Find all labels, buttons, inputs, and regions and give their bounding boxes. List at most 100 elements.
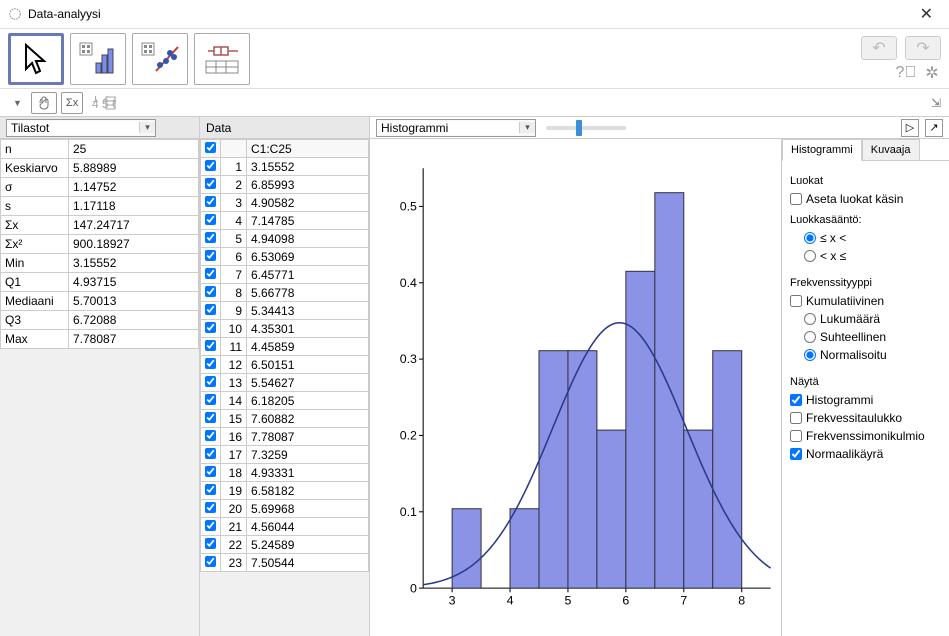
row-check[interactable]: [205, 196, 216, 207]
row-check[interactable]: [205, 556, 216, 567]
row-value: 6.58182: [247, 482, 369, 500]
table-row: 34.90582: [201, 194, 369, 212]
chart-type-label: Histogrammi: [377, 121, 519, 135]
popout-icon[interactable]: ↗: [925, 119, 943, 137]
row-check[interactable]: [205, 466, 216, 477]
tool-pointer[interactable]: [8, 33, 64, 85]
row-index: 2: [221, 176, 247, 194]
row-value: 7.3259: [247, 446, 369, 464]
play-icon[interactable]: ▷: [901, 119, 919, 137]
row-check[interactable]: [205, 412, 216, 423]
row-check[interactable]: [205, 484, 216, 495]
row-value: 7.60882: [247, 410, 369, 428]
row-value: 6.18205: [247, 392, 369, 410]
row-check[interactable]: [205, 394, 216, 405]
row-check[interactable]: [205, 250, 216, 261]
undo-button[interactable]: ↶: [861, 36, 897, 60]
chk-show-freqpoly[interactable]: [790, 430, 802, 442]
histogram-bar: [510, 509, 539, 588]
table-row: 225.24589: [201, 536, 369, 554]
row-check[interactable]: [205, 286, 216, 297]
data-table[interactable]: C1:C25 13.1555226.8599334.9058247.147855…: [200, 139, 369, 572]
row-index: 20: [221, 500, 247, 518]
expand-icon[interactable]: ⇲: [931, 96, 941, 110]
table-row: 47.14785: [201, 212, 369, 230]
redo-button[interactable]: ↷: [905, 36, 941, 60]
help-icon[interactable]: ?⃝: [897, 64, 915, 82]
svg-text:3: 3: [449, 594, 456, 608]
row-check[interactable]: [205, 538, 216, 549]
table-row: 54.94098: [201, 230, 369, 248]
stat-label: s: [1, 197, 69, 216]
row-check[interactable]: [205, 448, 216, 459]
sub-tool-table[interactable]: 1 2 34 5 6: [87, 92, 121, 114]
settings-icon[interactable]: ✲: [923, 64, 941, 82]
row-index: 22: [221, 536, 247, 554]
row-check[interactable]: [205, 304, 216, 315]
row-check[interactable]: [205, 178, 216, 189]
tool-onevar[interactable]: [70, 33, 126, 85]
data-panel-title: Data: [206, 121, 231, 135]
row-check[interactable]: [205, 358, 216, 369]
row-check[interactable]: [205, 322, 216, 333]
row-check[interactable]: [205, 520, 216, 531]
stat-label: Σx: [1, 216, 69, 235]
tool-twovar[interactable]: [132, 33, 188, 85]
row-index: 5: [221, 230, 247, 248]
radio-rule2[interactable]: [804, 250, 816, 262]
stat-label: Σx²: [1, 235, 69, 254]
row-value: 6.85993: [247, 176, 369, 194]
chart-type-dropdown[interactable]: Histogrammi ▾: [376, 119, 536, 137]
row-index: 15: [221, 410, 247, 428]
row-index: 9: [221, 302, 247, 320]
chk-cumulative[interactable]: [790, 295, 802, 307]
bin-slider[interactable]: [546, 126, 626, 130]
stat-value: 900.18927: [69, 235, 199, 254]
sub-tool-sigma[interactable]: Σx: [61, 92, 83, 114]
row-index: 11: [221, 338, 247, 356]
table-row: 214.56044: [201, 518, 369, 536]
row-value: 5.24589: [247, 536, 369, 554]
row-check[interactable]: [205, 214, 216, 225]
radio-rule1[interactable]: [804, 232, 816, 244]
row-value: 7.50544: [247, 554, 369, 572]
row-check[interactable]: [205, 160, 216, 171]
histogram-bar: [568, 351, 597, 588]
chk-show-hist[interactable]: [790, 394, 802, 406]
tab-plot[interactable]: Kuvaaja: [862, 139, 920, 161]
row-check[interactable]: [205, 340, 216, 351]
tool-boxplot[interactable]: [194, 33, 250, 85]
row-value: 6.53069: [247, 248, 369, 266]
stat-label: Min: [1, 254, 69, 273]
row-check[interactable]: [205, 430, 216, 441]
chk-show-normal[interactable]: [790, 448, 802, 460]
row-value: 4.94098: [247, 230, 369, 248]
stats-type-dropdown[interactable]: Tilastot ▾: [6, 119, 156, 137]
stat-value: 5.88989: [69, 159, 199, 178]
stat-value: 3.15552: [69, 254, 199, 273]
row-check[interactable]: [205, 232, 216, 243]
radio-relative[interactable]: [804, 331, 816, 343]
radio-count[interactable]: [804, 313, 816, 325]
group-freqtype: Frekvenssityyppi: [790, 277, 941, 289]
sub-dropdown-toggle[interactable]: ▼: [8, 92, 27, 114]
histogram-bar: [539, 351, 568, 588]
sub-tool-hand[interactable]: [31, 92, 57, 114]
stat-label: Keskiarvo: [1, 159, 69, 178]
row-value: 7.14785: [247, 212, 369, 230]
data-check-all[interactable]: [205, 142, 216, 153]
close-button[interactable]: ✕: [912, 4, 941, 24]
row-check[interactable]: [205, 376, 216, 387]
svg-text:6: 6: [622, 594, 629, 608]
radio-normalized[interactable]: [804, 349, 816, 361]
stat-value: 7.78087: [69, 330, 199, 349]
group-show: Näytä: [790, 376, 941, 388]
tab-histogram[interactable]: Histogrammi: [782, 139, 862, 161]
row-check[interactable]: [205, 268, 216, 279]
row-check[interactable]: [205, 502, 216, 513]
row-value: 4.90582: [247, 194, 369, 212]
row-value: 5.69968: [247, 500, 369, 518]
row-index: 23: [221, 554, 247, 572]
chk-manual-classes[interactable]: [790, 193, 802, 205]
chk-show-freqtable[interactable]: [790, 412, 802, 424]
